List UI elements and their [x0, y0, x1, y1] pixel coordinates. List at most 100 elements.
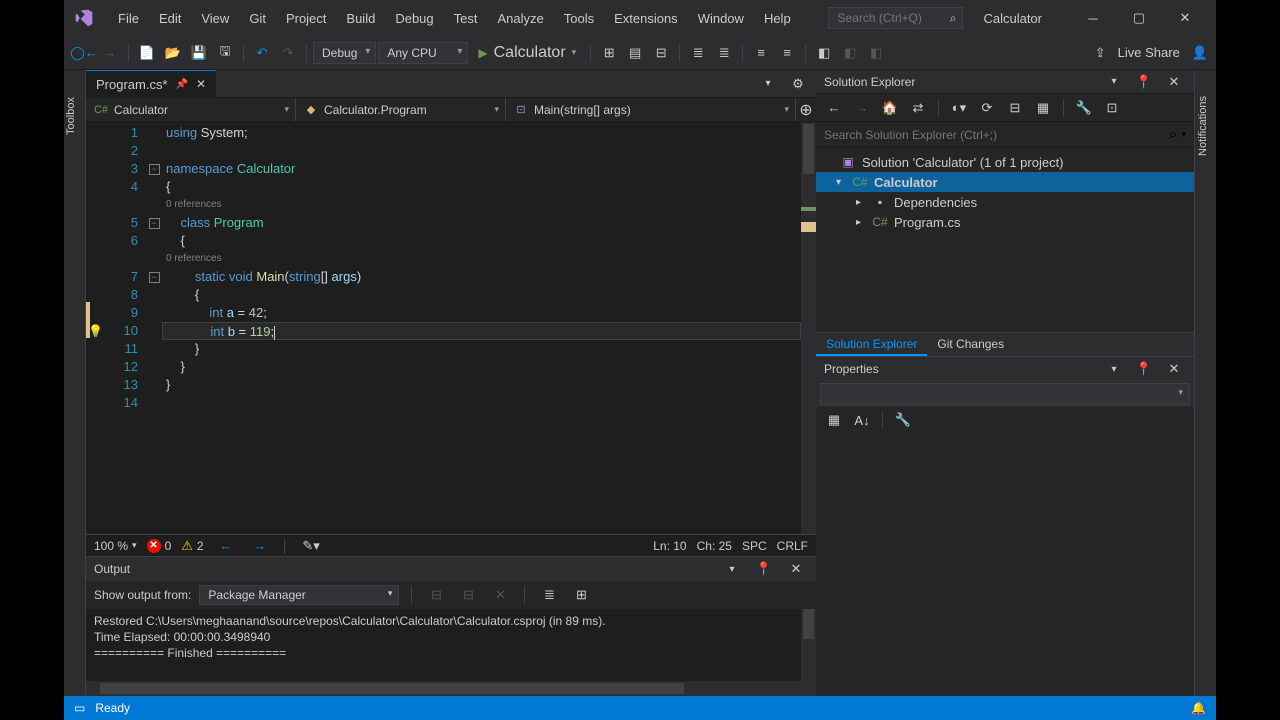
bookmark-button[interactable]: ◧: [812, 41, 836, 65]
save-button[interactable]: 💾: [187, 41, 211, 65]
pin-icon[interactable]: 📌: [176, 79, 188, 90]
output-goto-button[interactable]: ⊟: [456, 583, 480, 607]
tree-file-program[interactable]: ▸ C# Program.cs: [816, 212, 1194, 232]
se-showall-button[interactable]: ▦: [1031, 96, 1055, 120]
quick-search[interactable]: ⌕: [828, 7, 963, 29]
tab-settings-icon[interactable]: ⚙: [786, 72, 810, 96]
redo-button[interactable]: ↷: [276, 41, 300, 65]
menu-debug[interactable]: Debug: [385, 5, 443, 32]
editor-scrollbar-v[interactable]: [801, 122, 816, 534]
toolbox-tab[interactable]: Toolbox: [64, 70, 86, 696]
output-scrollbar-h[interactable]: [86, 681, 816, 696]
menu-tools[interactable]: Tools: [554, 5, 604, 32]
indent-mode[interactable]: SPC: [742, 539, 767, 553]
nav-prev-issue[interactable]: ←: [214, 534, 238, 558]
start-debug-button[interactable]: ▶ Calculator ▾: [470, 41, 584, 65]
output-source-selector[interactable]: Package Manager: [199, 585, 399, 605]
fold-toggle[interactable]: −: [149, 272, 160, 283]
zoom-selector[interactable]: 100 % ▾: [94, 539, 137, 553]
tree-project[interactable]: ▾ C# Calculator: [816, 172, 1194, 192]
config-selector[interactable]: Debug: [313, 42, 376, 64]
save-all-button[interactable]: 🖫: [213, 41, 237, 65]
tb-btn-1[interactable]: ⊞: [597, 41, 621, 65]
chevron-right-icon[interactable]: ▸: [856, 197, 866, 208]
prop-pages-button[interactable]: 🔧: [891, 408, 915, 432]
se-back-button[interactable]: ←: [822, 96, 846, 120]
quick-search-input[interactable]: [837, 11, 954, 25]
se-forward-button[interactable]: →: [850, 96, 874, 120]
lightbulb-icon[interactable]: 💡: [88, 322, 103, 340]
menu-project[interactable]: Project: [276, 5, 336, 32]
se-search[interactable]: ⌕ ▾: [816, 122, 1194, 148]
menu-analyze[interactable]: Analyze: [487, 5, 553, 32]
prop-dropdown-icon[interactable]: ▾: [1102, 357, 1126, 381]
close-button[interactable]: ✕: [1162, 3, 1208, 33]
nav-member[interactable]: ⊡ Main(string[] args): [506, 98, 796, 121]
output-text[interactable]: Restored C:\Users\meghaanand\source\repo…: [86, 609, 816, 681]
se-search-dropdown-icon[interactable]: ▾: [1181, 129, 1186, 140]
se-preview-button[interactable]: ⊡: [1100, 96, 1124, 120]
fold-toggle[interactable]: −: [149, 164, 160, 175]
tab-git-changes[interactable]: Git Changes: [927, 333, 1014, 356]
menu-test[interactable]: Test: [444, 5, 488, 32]
output-pin-icon[interactable]: 📍: [752, 557, 776, 581]
prop-close-icon[interactable]: ✕: [1162, 357, 1186, 381]
warning-count[interactable]: ⚠2: [181, 538, 203, 554]
se-pin-icon[interactable]: 📍: [1132, 70, 1156, 94]
menu-window[interactable]: Window: [688, 5, 754, 32]
se-search-input[interactable]: [824, 128, 1169, 142]
nav-forward-button[interactable]: →: [98, 41, 122, 65]
menu-extensions[interactable]: Extensions: [604, 5, 688, 32]
tab-dropdown-icon[interactable]: ▾: [756, 72, 780, 96]
prop-object-selector[interactable]: [820, 383, 1190, 405]
chevron-down-icon[interactable]: ▾: [836, 177, 846, 188]
new-project-button[interactable]: 📄: [135, 41, 159, 65]
notifications-bell-icon[interactable]: 🔔: [1191, 701, 1206, 715]
nav-project[interactable]: C# Calculator: [86, 98, 296, 121]
tb-btn-2[interactable]: ▤: [623, 41, 647, 65]
indent-more-button[interactable]: ≣: [712, 41, 736, 65]
se-collapse-button[interactable]: ⊟: [1003, 96, 1027, 120]
nav-next-issue[interactable]: →: [248, 534, 272, 558]
tab-solution-explorer[interactable]: Solution Explorer: [816, 333, 927, 356]
menu-build[interactable]: Build: [336, 5, 385, 32]
menu-git[interactable]: Git: [239, 5, 276, 32]
tree-solution[interactable]: ▣ Solution 'Calculator' (1 of 1 project): [816, 152, 1194, 172]
code-editor[interactable]: 💡 using System; namespace Calculator { 0…: [162, 122, 801, 534]
error-count[interactable]: ✕0: [147, 539, 172, 553]
se-close-icon[interactable]: ✕: [1162, 70, 1186, 94]
output-scrollbar-v[interactable]: [801, 609, 816, 681]
output-close-icon[interactable]: ✕: [784, 557, 808, 581]
live-share-button[interactable]: Live Share: [1118, 45, 1180, 60]
maximize-button[interactable]: ▢: [1116, 3, 1162, 33]
menu-view[interactable]: View: [191, 5, 239, 32]
se-home-button[interactable]: 🏠: [878, 96, 902, 120]
menu-edit[interactable]: Edit: [149, 5, 191, 32]
chevron-right-icon[interactable]: ▸: [856, 217, 866, 228]
prev-bookmark-button[interactable]: ◧: [838, 41, 862, 65]
se-properties-button[interactable]: 🔧: [1072, 96, 1096, 120]
output-settings-button[interactable]: ⊞: [569, 583, 593, 607]
uncomment-button[interactable]: ≡: [775, 41, 799, 65]
output-find-button[interactable]: ⊟: [424, 583, 448, 607]
output-wrap-button[interactable]: ≣: [537, 583, 561, 607]
undo-button[interactable]: ↶: [250, 41, 274, 65]
tree-dependencies[interactable]: ▸ ▪ Dependencies: [816, 192, 1194, 212]
comment-button[interactable]: ≡: [749, 41, 773, 65]
notifications-tab[interactable]: Notifications: [1194, 70, 1216, 696]
se-sync-button[interactable]: ⇄: [906, 96, 930, 120]
nav-class[interactable]: ◆ Calculator.Program: [296, 98, 506, 121]
prop-categorized-button[interactable]: ▦: [822, 408, 846, 432]
tab-close-icon[interactable]: ✕: [196, 77, 206, 91]
open-button[interactable]: 📂: [161, 41, 185, 65]
prop-pin-icon[interactable]: 📍: [1132, 357, 1156, 381]
next-bookmark-button[interactable]: ◧: [864, 41, 888, 65]
tb-btn-3[interactable]: ⊟: [649, 41, 673, 65]
line-ending[interactable]: CRLF: [777, 539, 808, 553]
output-clear-button[interactable]: ✕: [488, 583, 512, 607]
nav-split-button[interactable]: ⊕: [796, 98, 816, 121]
file-tab[interactable]: Program.cs* 📌 ✕: [86, 70, 216, 97]
sync-button[interactable]: ✎▾: [299, 534, 323, 558]
se-filter-button[interactable]: ◐▾: [947, 96, 971, 120]
menu-file[interactable]: File: [108, 5, 149, 32]
